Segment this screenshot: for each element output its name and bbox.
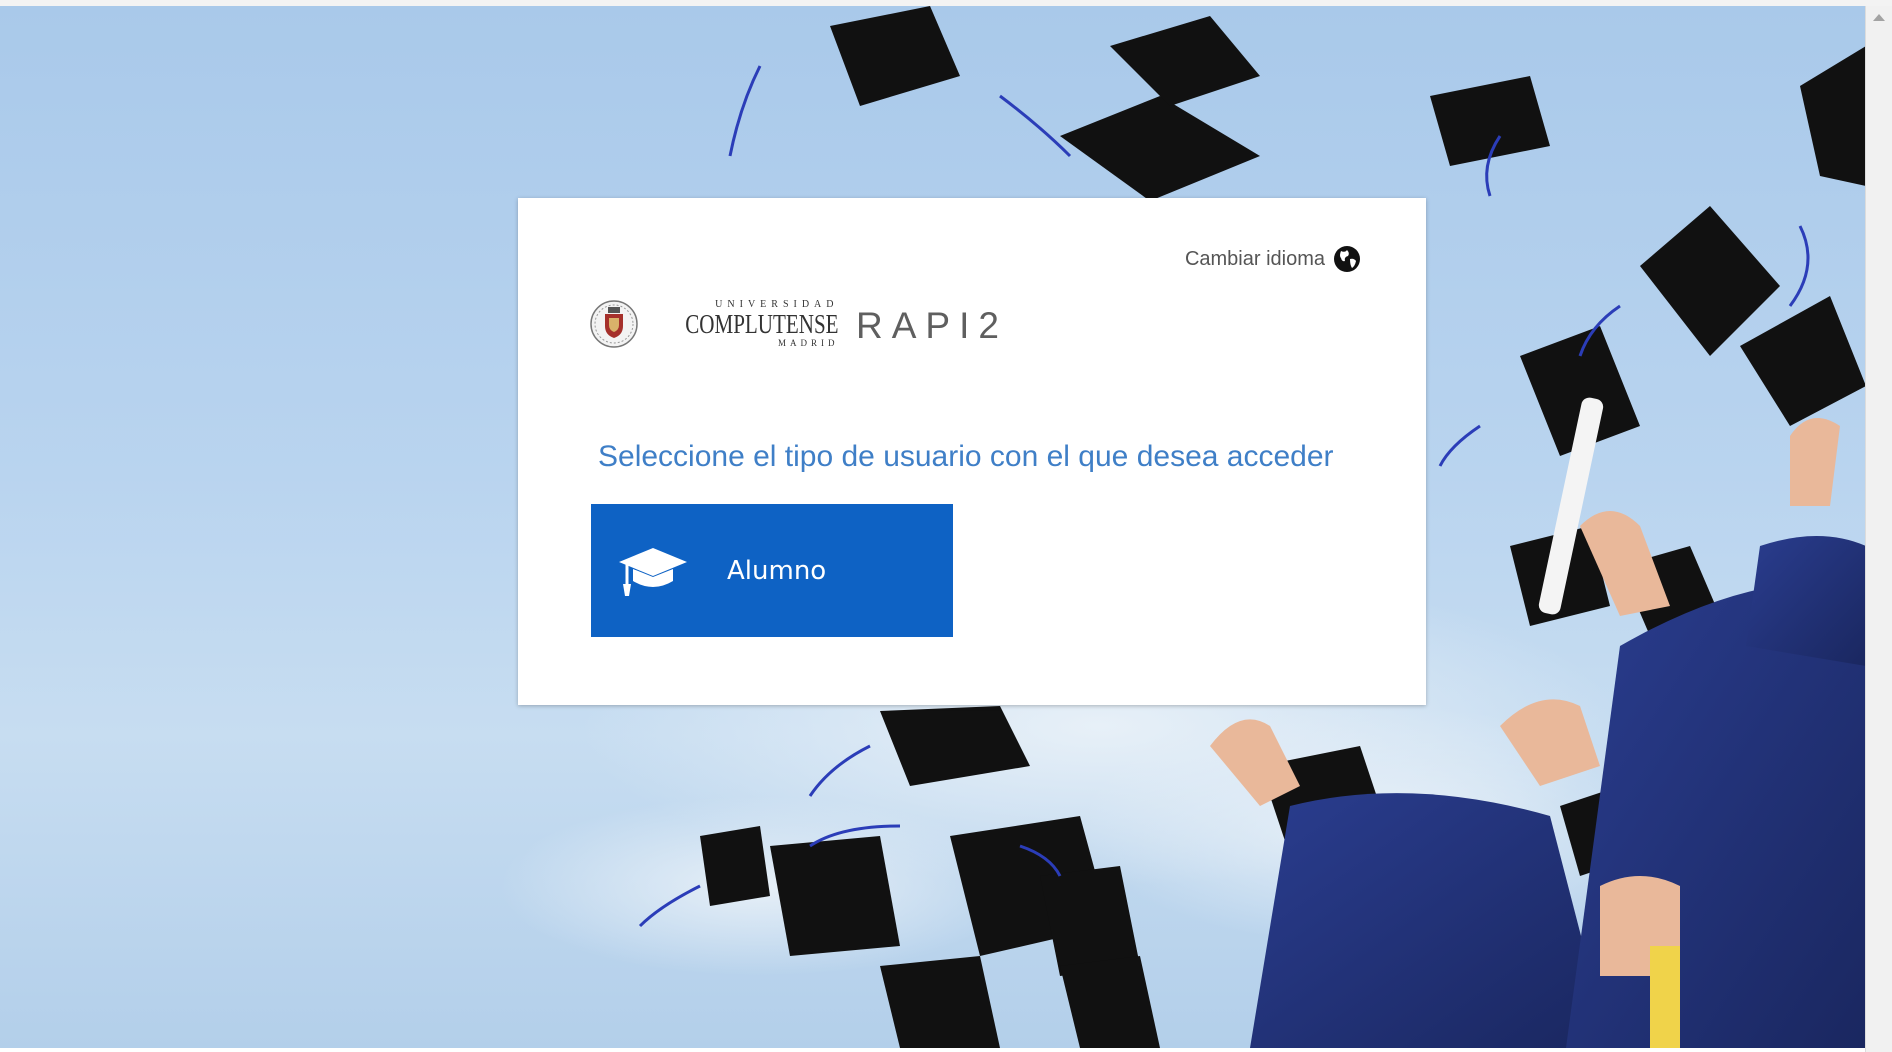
student-role-label: Alumno	[727, 555, 827, 586]
vertical-scrollbar[interactable]	[1865, 6, 1892, 1052]
student-role-button[interactable]: Alumno	[591, 504, 953, 637]
ucm-logo: UNIVERSIDAD COMPLUTENSE MADRID	[590, 297, 839, 351]
change-language-label: Cambiar idioma	[1184, 247, 1325, 270]
logo-city: MADRID	[778, 338, 839, 348]
globe-icon[interactable]	[1333, 245, 1361, 273]
graduation-cap-icon	[617, 542, 689, 600]
change-language-link[interactable]: Cambiar idioma	[1185, 245, 1361, 273]
page-bottom-edge	[0, 1048, 1866, 1052]
university-crest-icon	[590, 298, 638, 350]
page-viewport: Cambiar idioma UNIVERSIDAD COMPLUTENSE M…	[0, 6, 1866, 1048]
app-title: RAPI2	[856, 305, 1008, 346]
scroll-up-arrow-icon[interactable]	[1873, 14, 1885, 21]
logo-university-name: COMPLUTENSE	[685, 309, 839, 339]
login-card: Cambiar idioma UNIVERSIDAD COMPLUTENSE M…	[518, 198, 1426, 705]
user-type-prompt: Seleccione el tipo de usuario con el que…	[598, 440, 1334, 473]
